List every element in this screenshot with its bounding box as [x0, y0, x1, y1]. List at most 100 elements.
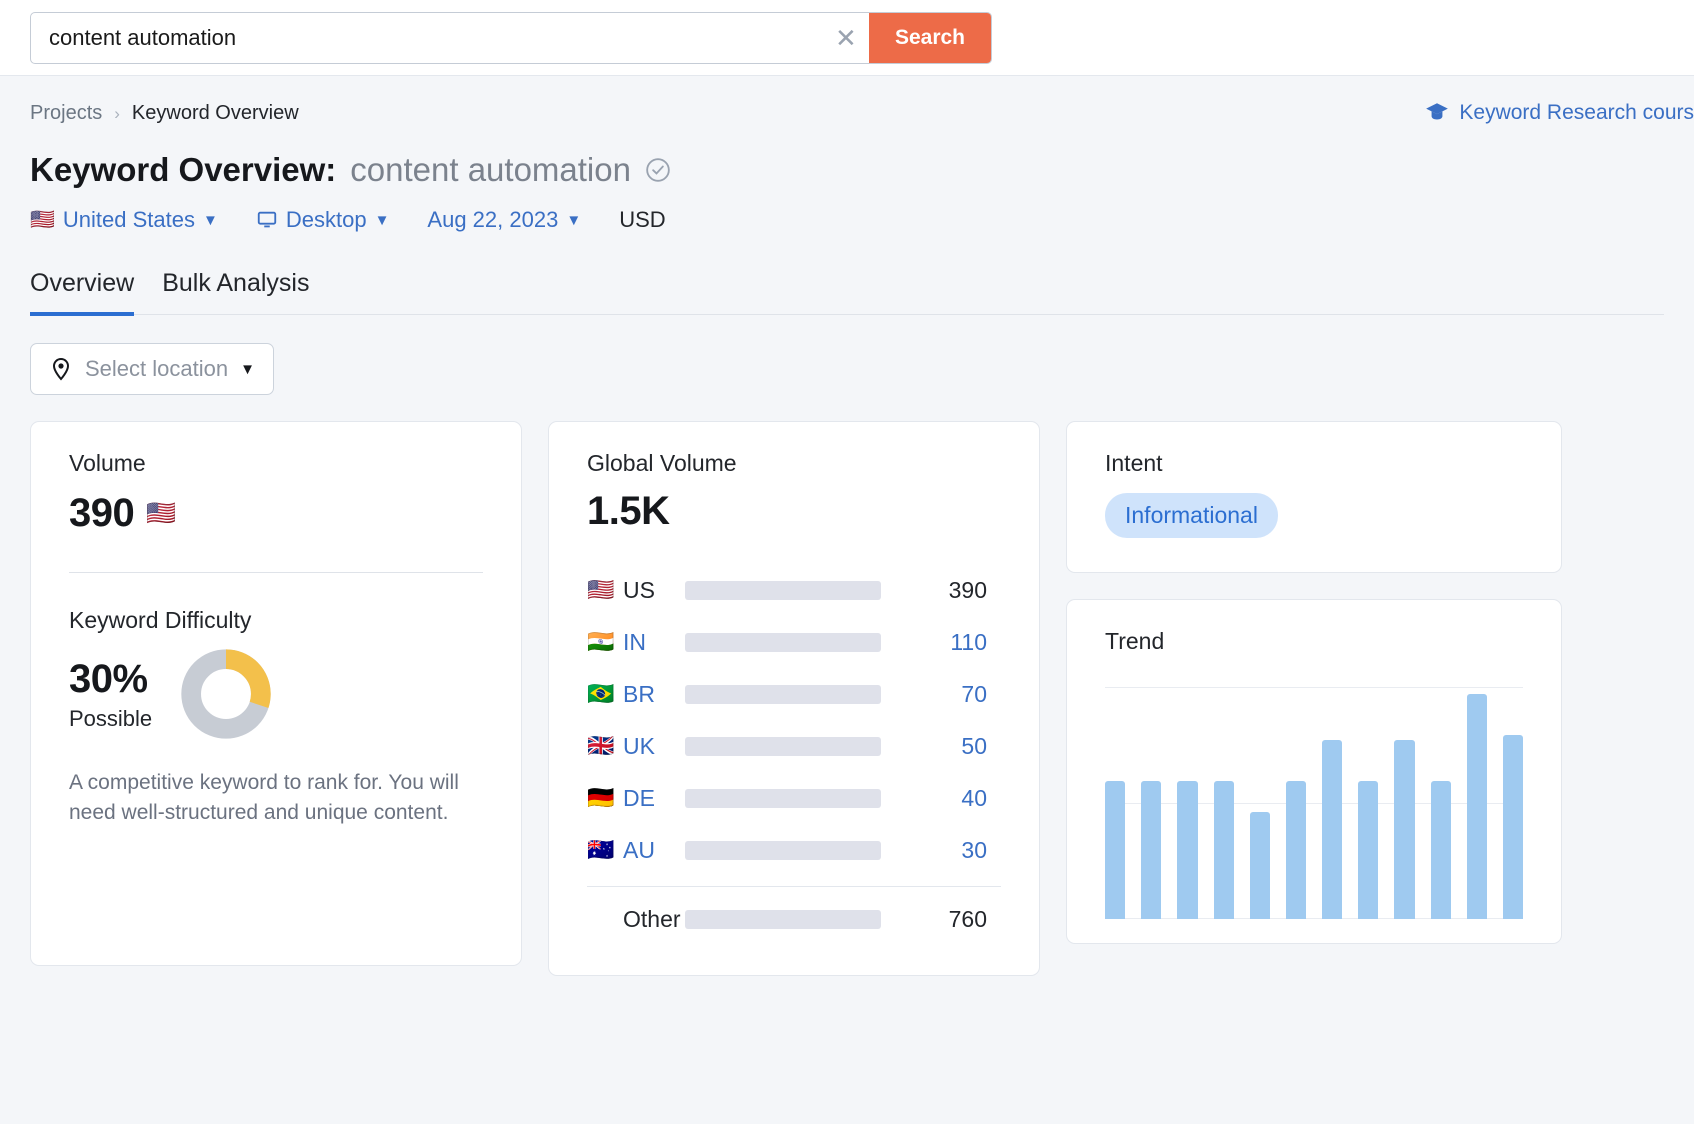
device-label: Desktop	[285, 207, 367, 232]
country-value[interactable]: 30	[895, 837, 987, 864]
keyword-difficulty-value: 30%	[69, 656, 148, 701]
country-value[interactable]: 40	[895, 785, 987, 812]
trend-bar	[1430, 780, 1451, 919]
volume-difficulty-card: Volume 390 🇺🇸 Keyword Difficulty 30% Pos…	[30, 421, 522, 966]
breadcrumb: Projects › Keyword Overview	[30, 76, 1664, 125]
chevron-down-icon: ▼	[374, 211, 390, 229]
page-title: Keyword Overview: content automation	[30, 151, 1664, 189]
country-bar-track	[685, 684, 881, 704]
breadcrumb-separator-icon: ›	[114, 103, 120, 123]
tab-bar: Overview Bulk Analysis	[30, 269, 1664, 316]
trend-bar	[1394, 740, 1415, 919]
us-flag-icon: 🇺🇸	[30, 209, 55, 231]
country-value: 390	[948, 576, 987, 603]
br-flag-icon: 🇧🇷	[587, 681, 615, 706]
check-circle-icon	[646, 158, 670, 182]
monitor-icon	[257, 211, 277, 228]
card-divider	[69, 572, 483, 573]
country-label: United States	[62, 207, 195, 232]
intent-card: Intent Informational	[1066, 421, 1562, 573]
intent-trend-column: Intent Informational Trend	[1066, 421, 1562, 944]
global-volume-row: 🇧🇷 BR 70	[587, 668, 1001, 720]
in-flag-icon: 🇮🇳	[587, 629, 615, 654]
global-volume-row: 🇮🇳 IN 110	[587, 616, 1001, 668]
breadcrumb-projects[interactable]: Projects	[30, 102, 102, 125]
trend-bar	[1177, 780, 1198, 919]
us-flag-icon: 🇺🇸	[146, 499, 177, 527]
other-bar-track	[685, 909, 881, 929]
keyword-difficulty-description: A competitive keyword to rank for. You w…	[69, 771, 459, 825]
uk-flag-icon: 🇬🇧	[587, 733, 615, 758]
country-value[interactable]: 70	[895, 681, 987, 708]
country-bar-track	[685, 580, 881, 600]
tab-overview[interactable]: Overview	[30, 269, 135, 316]
intent-label: Intent	[1105, 450, 1163, 476]
intent-badge[interactable]: Informational	[1105, 493, 1278, 538]
keyword-research-course-link[interactable]: Keyword Research cours	[1424, 100, 1694, 126]
trend-bars	[1105, 687, 1524, 919]
trend-bar	[1502, 734, 1524, 919]
country-code[interactable]: DE	[623, 785, 685, 812]
graduation-cap-icon	[1426, 103, 1449, 120]
global-volume-divider	[587, 886, 1001, 887]
volume-value: 390	[69, 491, 135, 535]
keyword-difficulty-label: Keyword Difficulty	[69, 607, 252, 633]
global-volume-other-row: Other 760	[587, 893, 1001, 945]
chevron-down-icon: ▼	[202, 211, 218, 229]
location-placeholder: Select location	[85, 356, 229, 381]
device-selector[interactable]: Desktop ▼	[256, 207, 390, 233]
trend-bar	[1322, 740, 1343, 919]
keyword-difficulty-row: 30% Possible	[69, 648, 483, 740]
tab-bulk-analysis[interactable]: Bulk Analysis	[162, 269, 309, 316]
country-selector[interactable]: 🇺🇸 United States ▼	[30, 207, 218, 233]
global-volume-row: 🇩🇪 DE 40	[587, 772, 1001, 824]
location-selector[interactable]: Select location ▼	[30, 343, 274, 395]
country-code[interactable]: BR	[623, 681, 685, 708]
country-value[interactable]: 50	[895, 733, 987, 760]
clear-search-icon[interactable]: ✕	[822, 13, 869, 63]
trend-label: Trend	[1105, 628, 1165, 654]
country-code[interactable]: IN	[623, 629, 685, 656]
country-code[interactable]: AU	[623, 837, 685, 864]
page-title-keyword: content automation	[350, 151, 631, 188]
trend-bar	[1285, 780, 1307, 919]
country-value[interactable]: 110	[895, 629, 987, 656]
volume-label: Volume	[69, 450, 146, 476]
filters-row: 🇺🇸 United States ▼ Desktop ▼ Aug 22, 202…	[30, 207, 1664, 233]
global-volume-row: 🇦🇺 AU 30	[587, 824, 1001, 876]
global-volume-row: 🇺🇸 US 390	[587, 564, 1001, 616]
course-link-label: Keyword Research cours	[1459, 101, 1694, 124]
country-bar-track	[685, 632, 881, 652]
search-bar-container: ✕ Search	[0, 0, 1694, 76]
other-value: 760	[948, 905, 987, 932]
currency-label: USD	[619, 207, 666, 232]
breadcrumb-current: Keyword Overview	[131, 102, 299, 124]
au-flag-icon: 🇦🇺	[587, 837, 615, 862]
volume-value-row: 390 🇺🇸	[69, 491, 483, 536]
country-code[interactable]: UK	[623, 733, 685, 760]
cards-container: Volume 390 🇺🇸 Keyword Difficulty 30% Pos…	[30, 421, 1664, 976]
date-selector[interactable]: Aug 22, 2023 ▼	[427, 207, 581, 233]
trend-bar	[1466, 693, 1487, 919]
global-volume-label: Global Volume	[587, 450, 737, 476]
trend-bar	[1249, 811, 1270, 919]
trend-bar	[1213, 780, 1234, 919]
global-volume-card: Global Volume 1.5K 🇺🇸 US 390 🇮🇳 IN 110 🇧🇷 BR 70 🇬…	[548, 421, 1040, 976]
search-button[interactable]: Search	[868, 13, 991, 63]
trend-bar	[1105, 780, 1126, 919]
search-bar: ✕ Search	[30, 12, 992, 64]
country-bar-track	[685, 736, 881, 756]
country-bar-track	[685, 788, 881, 808]
location-pin-icon	[52, 357, 70, 381]
trend-card: Trend	[1066, 599, 1562, 944]
difficulty-donut-chart	[181, 649, 271, 739]
page-title-prefix: Keyword Overview:	[30, 151, 337, 188]
search-input[interactable]	[31, 13, 823, 63]
us-flag-icon: 🇺🇸	[587, 577, 615, 602]
trend-bar	[1141, 780, 1162, 919]
global-volume-rows: 🇺🇸 US 390 🇮🇳 IN 110 🇧🇷 BR 70 🇬🇧 UK 50 🇩🇪 DE 40 🇦🇺 AU 30	[587, 564, 1001, 876]
chevron-down-icon: ▼	[566, 211, 582, 229]
global-volume-row: 🇬🇧 UK 50	[587, 720, 1001, 772]
keyword-difficulty-status: Possible	[69, 705, 153, 731]
global-volume-value: 1.5K	[587, 489, 670, 533]
